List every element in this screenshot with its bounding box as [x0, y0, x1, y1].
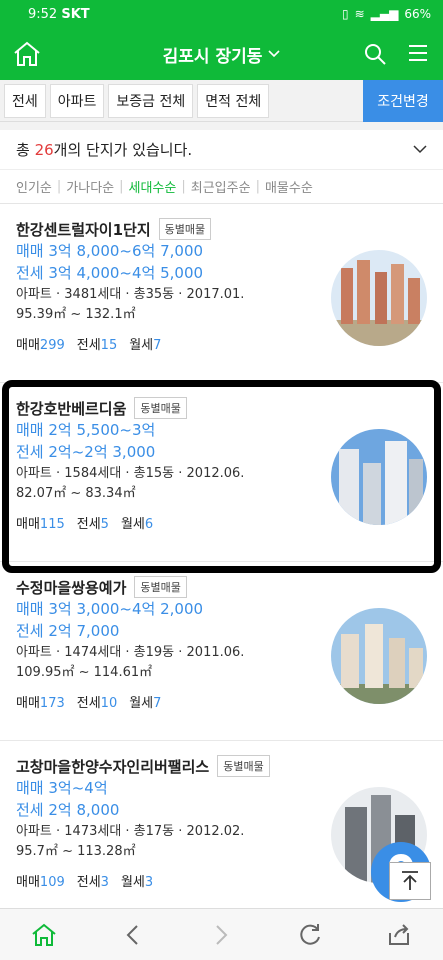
complex-list: 한강센트럴자이1단지 동별매물 매매 3억 8,000~6억 7,000 전세 3… [0, 204, 443, 920]
share-icon[interactable] [385, 921, 413, 949]
top-bar: 김포시 장기동 [0, 28, 443, 80]
sort-households[interactable]: 세대수순 [129, 177, 177, 196]
list-item[interactable]: 수정마을쌍용예가 동별매물 매매 3억 3,000~4억 2,000 전세 2억 … [0, 562, 443, 741]
battery-level: 66% [404, 7, 431, 21]
filter-deposit[interactable]: 보증금 전체 [108, 83, 194, 118]
complex-name: 한강호반베르디움 [16, 399, 127, 418]
building-listing-badge[interactable]: 동별매물 [134, 576, 187, 598]
home-icon[interactable] [12, 40, 42, 68]
building-listing-badge[interactable]: 동별매물 [158, 218, 212, 240]
status-time-carrier: 9:52 SKT [28, 6, 90, 22]
sort-alphabetical[interactable]: 가나다순 [66, 177, 114, 196]
vibrate-icon: ▯ [341, 7, 349, 21]
browser-bottom-bar [0, 908, 443, 960]
building-listing-badge[interactable]: 동별매물 [217, 755, 270, 777]
refresh-icon[interactable] [296, 921, 324, 949]
scroll-to-top-button[interactable] [389, 862, 431, 900]
sort-popular[interactable]: 인기순 [16, 177, 52, 196]
filter-property-type[interactable]: 아파트 [49, 83, 105, 118]
signal-icon: ▂▄▆ [370, 7, 399, 21]
list-item[interactable]: 한강호반베르디움 동별매물 매매 2억 5,500~3억 전세 2억~2억 3,0… [0, 383, 443, 562]
chevron-down-icon [268, 50, 280, 58]
filter-deal-type[interactable]: 전세 [4, 83, 46, 118]
change-conditions-button[interactable]: 조건변경 [363, 80, 443, 122]
complex-photo [331, 608, 427, 704]
complex-photo [331, 429, 427, 525]
status-bar: 9:52 SKT ▯ ≋ ▂▄▆ 66% [0, 0, 443, 28]
forward-icon[interactable] [207, 921, 235, 949]
wifi-icon: ≋ [354, 7, 365, 21]
filter-bar: 전세 아파트 보증금 전체 면적 전체 조건변경 [0, 80, 443, 122]
status-icons: ▯ ≋ ▂▄▆ 66% [342, 7, 431, 21]
chevron-down-icon [413, 145, 427, 154]
divider [0, 122, 443, 130]
back-icon[interactable] [119, 921, 147, 949]
arrow-up-icon [402, 871, 418, 890]
sort-options: 인기순 | 가나다순 | 세대수순 | 최근입주순 | 매물수순 [0, 170, 443, 204]
list-item[interactable]: 한강센트럴자이1단지 동별매물 매매 3억 8,000~6억 7,000 전세 3… [0, 204, 443, 383]
sort-listings[interactable]: 매물수순 [265, 177, 313, 196]
filter-area[interactable]: 면적 전체 [197, 83, 270, 118]
building-listing-badge[interactable]: 동별매물 [134, 397, 187, 419]
result-count-text: 총 26개의 단지가 있습니다. [16, 141, 193, 159]
search-icon[interactable] [363, 42, 387, 66]
sort-recent[interactable]: 최근입주순 [191, 177, 251, 196]
complex-name: 한강센트럴자이1단지 [16, 220, 151, 239]
home-icon[interactable] [30, 921, 58, 949]
complex-photo [331, 250, 427, 346]
complex-name: 수정마을쌍용예가 [16, 578, 127, 597]
region-title: 김포시 장기동 [162, 46, 263, 67]
complex-name: 고창마을한양수자인리버팰리스 [16, 757, 210, 776]
result-count-bar[interactable]: 총 26개의 단지가 있습니다. [0, 130, 443, 170]
menu-icon[interactable] [407, 42, 429, 64]
